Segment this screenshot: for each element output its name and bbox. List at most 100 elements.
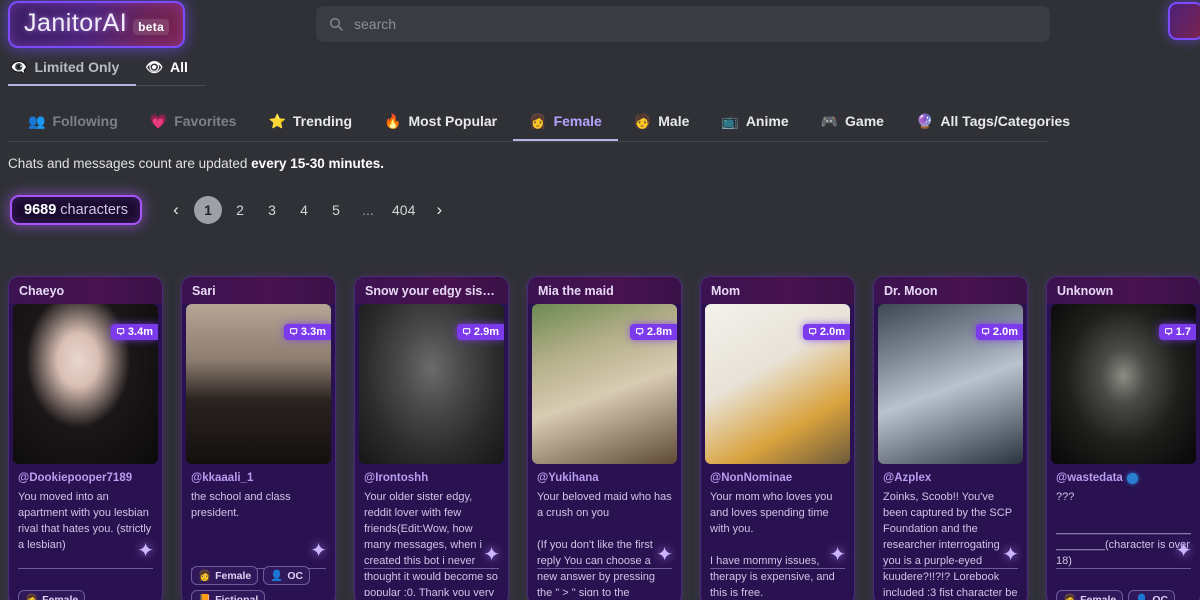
pagination-page-4[interactable]: 4 <box>290 196 318 224</box>
creator-handle-label: @wastedata <box>1056 472 1123 484</box>
pagination-prev[interactable]: ‹ <box>162 196 190 224</box>
tab-female[interactable]: 👩 Female <box>513 102 618 141</box>
fictional-icon: 📙 <box>198 594 212 600</box>
pagination-page-1[interactable]: 1 <box>194 196 222 224</box>
toggle-all[interactable]: 👁 All <box>145 59 188 75</box>
card-tags: 👩 Female 👤 OC <box>1056 590 1191 600</box>
tab-label: All Tags/Categories <box>940 113 1071 129</box>
top-bar: JanitorAI beta <box>0 0 1200 48</box>
logo[interactable]: JanitorAI beta <box>8 0 186 48</box>
tab-game[interactable]: 🎮 Game <box>805 102 900 140</box>
creator-handle-label: @NonNominae <box>710 472 793 484</box>
search-input[interactable] <box>354 16 1038 32</box>
pagination-page-404[interactable]: 404 <box>386 196 421 224</box>
card-divider <box>883 568 1018 569</box>
chat-count-value: 2.9m <box>473 326 499 338</box>
creator-handle[interactable]: @Azplex <box>883 472 1018 484</box>
creator-handle-label: @kkaaali_1 <box>191 472 254 484</box>
following-icon: 👥 <box>28 113 46 129</box>
verified-icon <box>1126 472 1138 484</box>
beta-badge: beta <box>133 18 170 35</box>
card-avatar: 3.4m <box>13 304 158 464</box>
card-avatar: 2.8m <box>532 304 677 464</box>
tab-following[interactable]: 👥 Following <box>12 102 134 140</box>
tab-all-tags-categories[interactable]: 🔮 All Tags/Categories <box>900 102 1086 140</box>
tab-label: Favorites <box>174 113 237 129</box>
character-card[interactable]: Mia the maid 2.8m @Yukihana Your beloved ma… <box>527 276 682 600</box>
card-description: You moved into an apartment with you les… <box>18 491 152 551</box>
creator-handle[interactable]: @NonNominae <box>710 472 845 484</box>
pagination-page-5[interactable]: 5 <box>322 196 350 224</box>
most-popular-icon: 🔥 <box>384 113 402 129</box>
chat-count-value: 3.4m <box>127 326 153 338</box>
chat-count-value: 2.0m <box>992 326 1018 338</box>
search-bar[interactable] <box>316 6 1050 42</box>
chat-bubble-icon <box>981 328 990 336</box>
tab-trending[interactable]: ⭐ Trending <box>252 102 368 140</box>
character-card[interactable]: Chaeyo 3.4m @Dookiepooper7189 You moved int… <box>8 276 163 600</box>
tag-female[interactable]: 👩 Female <box>18 590 86 600</box>
character-card[interactable]: Unknown 1.7 @wastedata ??? ________________… <box>1046 276 1200 600</box>
creator-handle[interactable]: @kkaaali_1 <box>191 472 326 484</box>
card-divider <box>1056 568 1191 569</box>
tab-anime[interactable]: 📺 Anime <box>705 102 804 140</box>
tag-label: Fictional <box>215 593 259 600</box>
tag-fictional[interactable]: 📙 Fictional <box>191 590 266 600</box>
creator-handle[interactable]: @Dookiepooper7189 <box>18 472 153 484</box>
oc-icon: 👤 <box>1135 594 1149 600</box>
tag-label: Female <box>1080 593 1117 600</box>
character-card[interactable]: Dr. Moon 2.0m @Azplex Zoinks, Scoob!! You'v… <box>873 276 1028 600</box>
card-description: Zoinks, Scoob!! You've been captured by … <box>883 491 1018 596</box>
account-button[interactable] <box>1168 2 1200 40</box>
creator-handle[interactable]: @Yukihana <box>537 472 672 484</box>
card-body: @Azplex Zoinks, Scoob!! You've been captu… <box>874 464 1027 596</box>
pagination-page-3[interactable]: 3 <box>258 196 286 224</box>
chat-bubble-icon <box>635 328 644 336</box>
card-avatar: 2.0m <box>878 304 1023 464</box>
pagination-page-2[interactable]: 2 <box>226 196 254 224</box>
pagination-next[interactable]: › <box>425 196 453 224</box>
creator-handle[interactable]: @Irontoshh <box>364 472 499 484</box>
creator-handle[interactable]: @wastedata <box>1056 472 1191 484</box>
chat-count-value: 2.0m <box>819 326 845 338</box>
tag-female[interactable]: 👩 Female <box>191 566 259 585</box>
game-icon: 🎮 <box>820 113 839 129</box>
category-tabs: 👥 Following 💗 Favorites ⭐ Trending 🔥 Most Popul… <box>0 102 1200 142</box>
chat-bubble-icon <box>289 328 298 336</box>
tag-label: Female <box>215 569 252 582</box>
chat-count-value: 1.7 <box>1175 326 1191 338</box>
tab-male[interactable]: 🧑 Male <box>618 102 706 140</box>
logo-text: JanitorAI <box>24 8 128 37</box>
tab-most-popular[interactable]: 🔥 Most Popular <box>368 102 513 140</box>
card-avatar: 3.3m <box>186 304 331 464</box>
chat-count-badge: 3.4m <box>110 324 158 340</box>
tag-label: OC <box>287 569 304 582</box>
character-grid: Chaeyo 3.4m @Dookiepooper7189 You moved int… <box>8 276 1200 600</box>
limited-toggle-row: 👁‍🗨 Limited Only 👁 All <box>0 48 1200 86</box>
oc-icon: 👤 <box>270 570 284 582</box>
female-icon: 👩 <box>529 113 547 129</box>
chat-count-badge: 2.0m <box>975 324 1023 340</box>
character-card[interactable]: Mom 2.0m @NonNominae Your mom who loves you… <box>700 276 855 600</box>
category-divider <box>8 141 1048 142</box>
character-card[interactable]: Sari 3.3m @kkaaali_1 the school and class p… <box>181 276 336 600</box>
chat-count-badge: 2.9m <box>456 324 504 340</box>
tag-female[interactable]: 👩 Female <box>1056 590 1124 600</box>
tag-oc[interactable]: 👤 OC <box>1128 590 1176 600</box>
toggle-all-label: All <box>170 59 188 75</box>
chat-bubble-icon <box>1164 328 1172 336</box>
creator-handle-label: @Azplex <box>883 472 932 484</box>
character-card[interactable]: Snow your edgy sister 2.9m @Irontoshh Your … <box>354 276 509 600</box>
chat-bubble-icon <box>116 328 125 336</box>
card-description: Your older sister edgy, reddit lover wit… <box>364 491 498 596</box>
creator-handle-label: @Dookiepooper7189 <box>18 472 133 484</box>
tag-oc[interactable]: 👤 OC <box>263 566 311 585</box>
card-title: Mom <box>701 277 854 304</box>
tab-favorites[interactable]: 💗 Favorites <box>134 102 253 140</box>
card-description: Your mom who loves you and loves spendin… <box>710 491 835 596</box>
results-row: 9689 characters ‹ 1 2 3 4 5... 404 › <box>10 193 1200 227</box>
character-count-suffix: characters <box>56 202 128 218</box>
card-body: @NonNominae Your mom who loves you and lo… <box>701 464 854 596</box>
character-count-badge: 9689 characters <box>10 195 142 225</box>
toggle-limited-only[interactable]: 👁‍🗨 Limited Only <box>10 59 119 75</box>
